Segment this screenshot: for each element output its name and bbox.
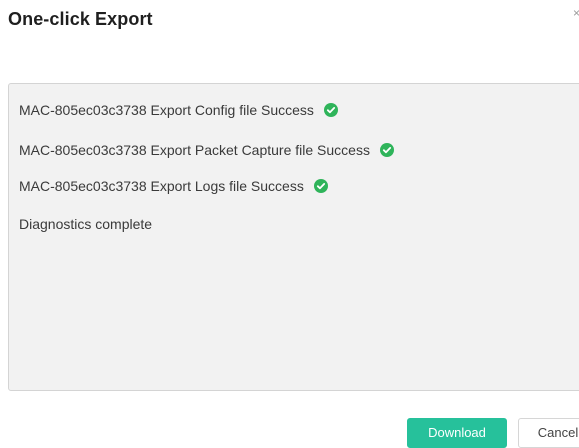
check-circle-icon bbox=[323, 103, 338, 117]
log-line-packet-capture: MAC-805ec03c3738 Export Packet Capture f… bbox=[19, 140, 394, 160]
check-circle-icon bbox=[379, 143, 394, 157]
dialog-title: One-click Export bbox=[8, 9, 153, 29]
one-click-export-dialog: One-click Export × MAC-805ec03c3738 Expo… bbox=[0, 0, 579, 448]
export-log-panel: MAC-805ec03c3738 Export Config file Succ… bbox=[8, 83, 579, 391]
log-line-text: MAC-805ec03c3738 Export Logs file Succes… bbox=[19, 178, 304, 194]
log-line-logs: MAC-805ec03c3738 Export Logs file Succes… bbox=[19, 176, 328, 196]
log-line-config: MAC-805ec03c3738 Export Config file Succ… bbox=[19, 100, 338, 120]
log-line-text: MAC-805ec03c3738 Export Config file Succ… bbox=[19, 102, 314, 118]
check-circle-icon bbox=[313, 179, 328, 193]
log-line-text: MAC-805ec03c3738 Export Packet Capture f… bbox=[19, 142, 370, 158]
diagnostics-summary: Diagnostics complete bbox=[19, 216, 153, 232]
close-icon[interactable]: × bbox=[573, 6, 579, 20]
